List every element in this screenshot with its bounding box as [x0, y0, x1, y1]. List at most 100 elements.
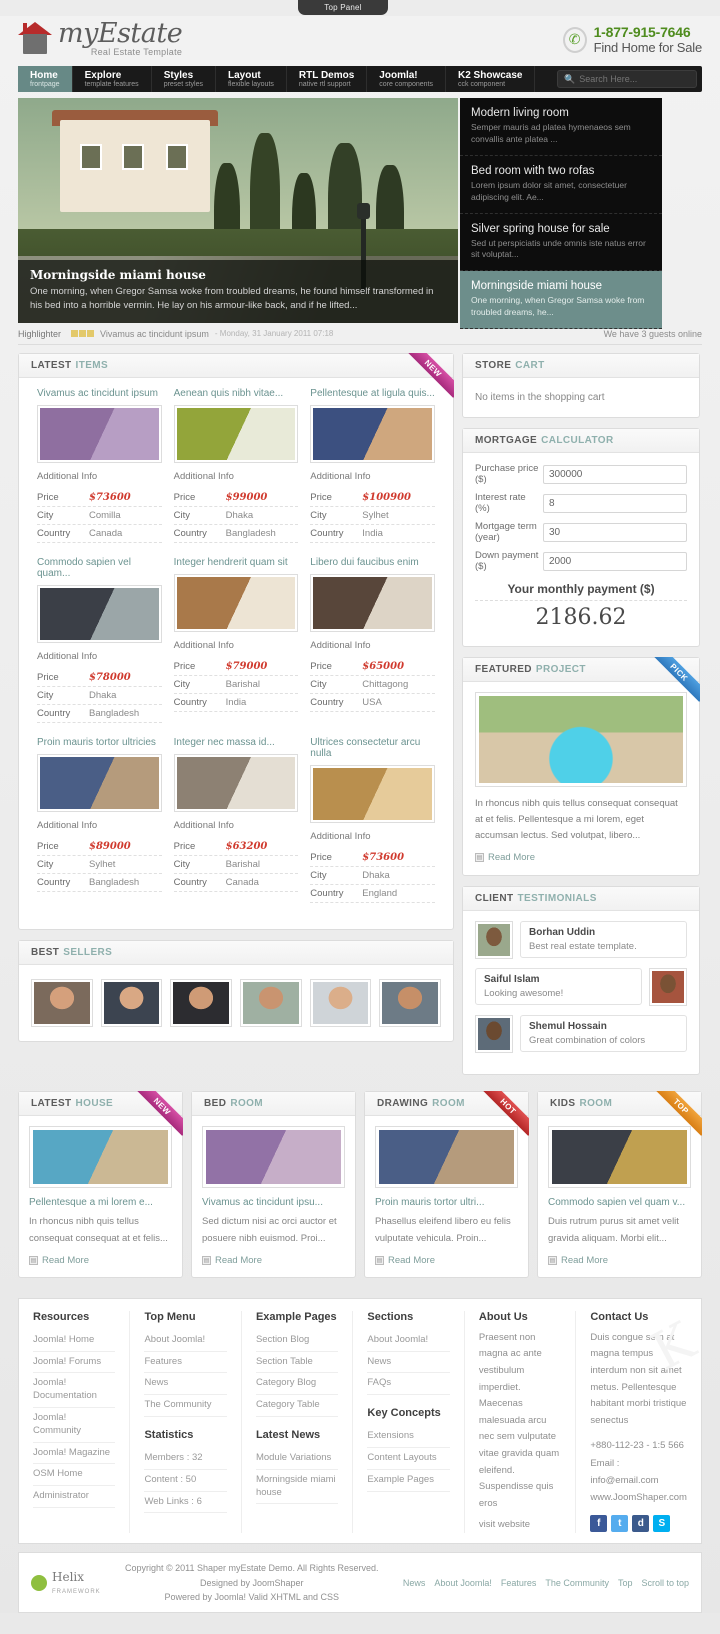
footer-link[interactable]: Morningside miami house: [255, 1470, 339, 1505]
footer-link[interactable]: Features: [144, 1352, 227, 1374]
property-thumbnail[interactable]: [310, 765, 435, 823]
slide-item-modern-living-room[interactable]: Modern living room Semper mauris ad plat…: [460, 98, 662, 156]
footer-link[interactable]: Example Pages: [367, 1470, 450, 1492]
showcase-read-more[interactable]: ▤ Read More: [375, 1255, 518, 1266]
showcase-read-more[interactable]: ▤ Read More: [548, 1255, 691, 1266]
property-item[interactable]: Libero dui faucibus enim Additional Info…: [304, 557, 441, 737]
nav-item-rtl-demos[interactable]: RTL Demos native rtl support: [287, 66, 368, 92]
footer-link[interactable]: Members : 32: [144, 1448, 227, 1470]
property-thumbnail[interactable]: [37, 754, 162, 812]
footer-link[interactable]: Joomla! Documentation: [33, 1373, 116, 1408]
seller-thumbnail[interactable]: [240, 979, 302, 1027]
footer-link[interactable]: The Community: [144, 1395, 227, 1417]
footer-link[interactable]: Joomla! Home: [33, 1330, 116, 1352]
helix-logo[interactable]: Helix FRAMEWORK: [31, 1570, 101, 1596]
property-title[interactable]: Vivamus ac tincidunt ipsum: [37, 388, 162, 399]
nav-item-layout[interactable]: Layout flexible layouts: [216, 66, 287, 92]
seller-thumbnail[interactable]: [100, 979, 163, 1027]
seller-thumbnail[interactable]: [31, 979, 93, 1027]
nav-item-home[interactable]: Home frontpage: [18, 66, 73, 92]
bottom-nav-link[interactable]: News: [403, 1578, 426, 1588]
footer-link[interactable]: Content : 50: [144, 1470, 227, 1492]
property-thumbnail[interactable]: [173, 405, 299, 463]
nav-item-explore[interactable]: Explore template features: [73, 66, 152, 92]
showcase-read-more[interactable]: ▤ Read More: [202, 1255, 345, 1266]
property-title[interactable]: Aenean quis nibh vitae...: [174, 388, 299, 399]
property-thumbnail[interactable]: [37, 405, 162, 463]
property-title[interactable]: Proin mauris tortor ultricies: [37, 737, 162, 748]
property-thumbnail[interactable]: [173, 574, 299, 632]
slide-item-silver-spring[interactable]: Silver spring house for sale Sed ut pers…: [460, 214, 662, 272]
showcase-title[interactable]: Vivamus ac tincidunt ipsu...: [202, 1197, 345, 1208]
showcase-image[interactable]: [202, 1126, 345, 1189]
search-input[interactable]: [579, 74, 690, 84]
mortgage-term-input[interactable]: [543, 522, 687, 542]
property-item[interactable]: Integer hendrerit quam sit Additional In…: [168, 557, 305, 737]
search-box[interactable]: 🔍: [557, 70, 697, 88]
about-link[interactable]: visit website: [479, 1517, 561, 1534]
footer-link[interactable]: Section Table: [255, 1352, 339, 1374]
property-item[interactable]: Ultrices consectetur arcu nulla Addition…: [304, 737, 441, 917]
footer-link[interactable]: About Joomla!: [144, 1330, 227, 1352]
footer-link[interactable]: OSM Home: [33, 1464, 116, 1487]
footer-link[interactable]: News: [144, 1373, 227, 1396]
skype-icon[interactable]: S: [653, 1514, 671, 1532]
highlighter-title[interactable]: Vivamus ac tincidunt ipsum: [100, 329, 209, 339]
property-item[interactable]: Pellentesque at ligula quis... Additiona…: [304, 388, 441, 557]
property-item[interactable]: Integer nec massa id... Additional Info …: [168, 737, 305, 917]
property-title[interactable]: Commodo sapien vel quam...: [37, 557, 162, 579]
footer-link[interactable]: Joomla! Community: [33, 1408, 116, 1443]
footer-link[interactable]: About Joomla!: [367, 1330, 450, 1352]
property-thumbnail[interactable]: [37, 585, 162, 643]
nav-item-styles[interactable]: Styles preset styles: [152, 66, 216, 92]
slide-item-bed-room[interactable]: Bed room with two rofas Lorem ipsum dolo…: [460, 156, 662, 214]
footer-link[interactable]: Joomla! Magazine: [33, 1443, 116, 1465]
contact-website[interactable]: www.JoomShaper.com: [590, 1489, 687, 1506]
twitter-icon[interactable]: t: [611, 1514, 629, 1532]
footer-link[interactable]: Web Links : 6: [144, 1492, 227, 1514]
facebook-icon[interactable]: f: [590, 1514, 608, 1532]
showcase-title[interactable]: Commodo sapien vel quam v...: [548, 1197, 691, 1208]
property-thumbnail[interactable]: [310, 574, 435, 632]
digg-icon[interactable]: d: [632, 1514, 650, 1532]
property-item[interactable]: Commodo sapien vel quam... Additional In…: [31, 557, 168, 737]
nav-item-joomla[interactable]: Joomla! core components: [367, 66, 446, 92]
featured-image[interactable]: [475, 692, 687, 787]
footer-link[interactable]: FAQs: [367, 1373, 450, 1396]
seller-thumbnail[interactable]: [170, 979, 233, 1027]
footer-link[interactable]: Module Variations: [255, 1448, 339, 1470]
footer-link[interactable]: Content Layouts: [367, 1448, 450, 1470]
seller-thumbnail[interactable]: [379, 979, 442, 1027]
featured-read-more[interactable]: ▤ Read More: [475, 852, 687, 863]
bottom-nav-link[interactable]: The Community: [545, 1578, 609, 1588]
footer-link[interactable]: Category Blog: [255, 1373, 339, 1396]
nav-item-k2-showcase[interactable]: K2 Showcase cck component: [446, 66, 536, 92]
showcase-read-more[interactable]: ▤ Read More: [29, 1255, 172, 1266]
property-title[interactable]: Ultrices consectetur arcu nulla: [310, 737, 435, 759]
footer-link[interactable]: News: [367, 1352, 450, 1374]
down-payment-input[interactable]: [543, 551, 687, 571]
slide-item-morningside-miami[interactable]: Morningside miami house One morning, whe…: [460, 271, 662, 330]
property-item[interactable]: Aenean quis nibh vitae... Additional Inf…: [168, 388, 305, 557]
property-item[interactable]: Proin mauris tortor ultricies Additional…: [31, 737, 168, 917]
property-thumbnail[interactable]: [173, 754, 299, 812]
top-panel-toggle[interactable]: Top Panel: [298, 0, 388, 15]
footer-link[interactable]: Category Table: [255, 1395, 339, 1417]
showcase-title[interactable]: Pellentesque a mi lorem e...: [29, 1197, 172, 1208]
property-thumbnail[interactable]: [310, 405, 435, 463]
property-item[interactable]: Vivamus ac tincidunt ipsum Additional In…: [31, 388, 168, 557]
interest-rate-input[interactable]: [543, 493, 687, 513]
property-title[interactable]: Integer hendrerit quam sit: [174, 557, 299, 568]
bottom-nav-link[interactable]: Scroll to top: [641, 1578, 689, 1588]
bottom-nav-link[interactable]: Top: [618, 1578, 633, 1588]
purchase-price-input[interactable]: [543, 464, 687, 484]
slide-main-image[interactable]: Morningside miami house One morning, whe…: [18, 98, 458, 323]
footer-link[interactable]: Extensions: [367, 1426, 450, 1448]
property-title[interactable]: Integer nec massa id...: [174, 737, 299, 748]
contact-email[interactable]: Email : info@email.com: [590, 1455, 687, 1489]
footer-link[interactable]: Joomla! Forums: [33, 1352, 116, 1374]
footer-link[interactable]: Administrator: [33, 1486, 116, 1509]
seller-thumbnail[interactable]: [309, 979, 372, 1027]
property-title[interactable]: Libero dui faucibus enim: [310, 557, 435, 568]
bottom-nav-link[interactable]: About Joomla!: [434, 1578, 492, 1588]
